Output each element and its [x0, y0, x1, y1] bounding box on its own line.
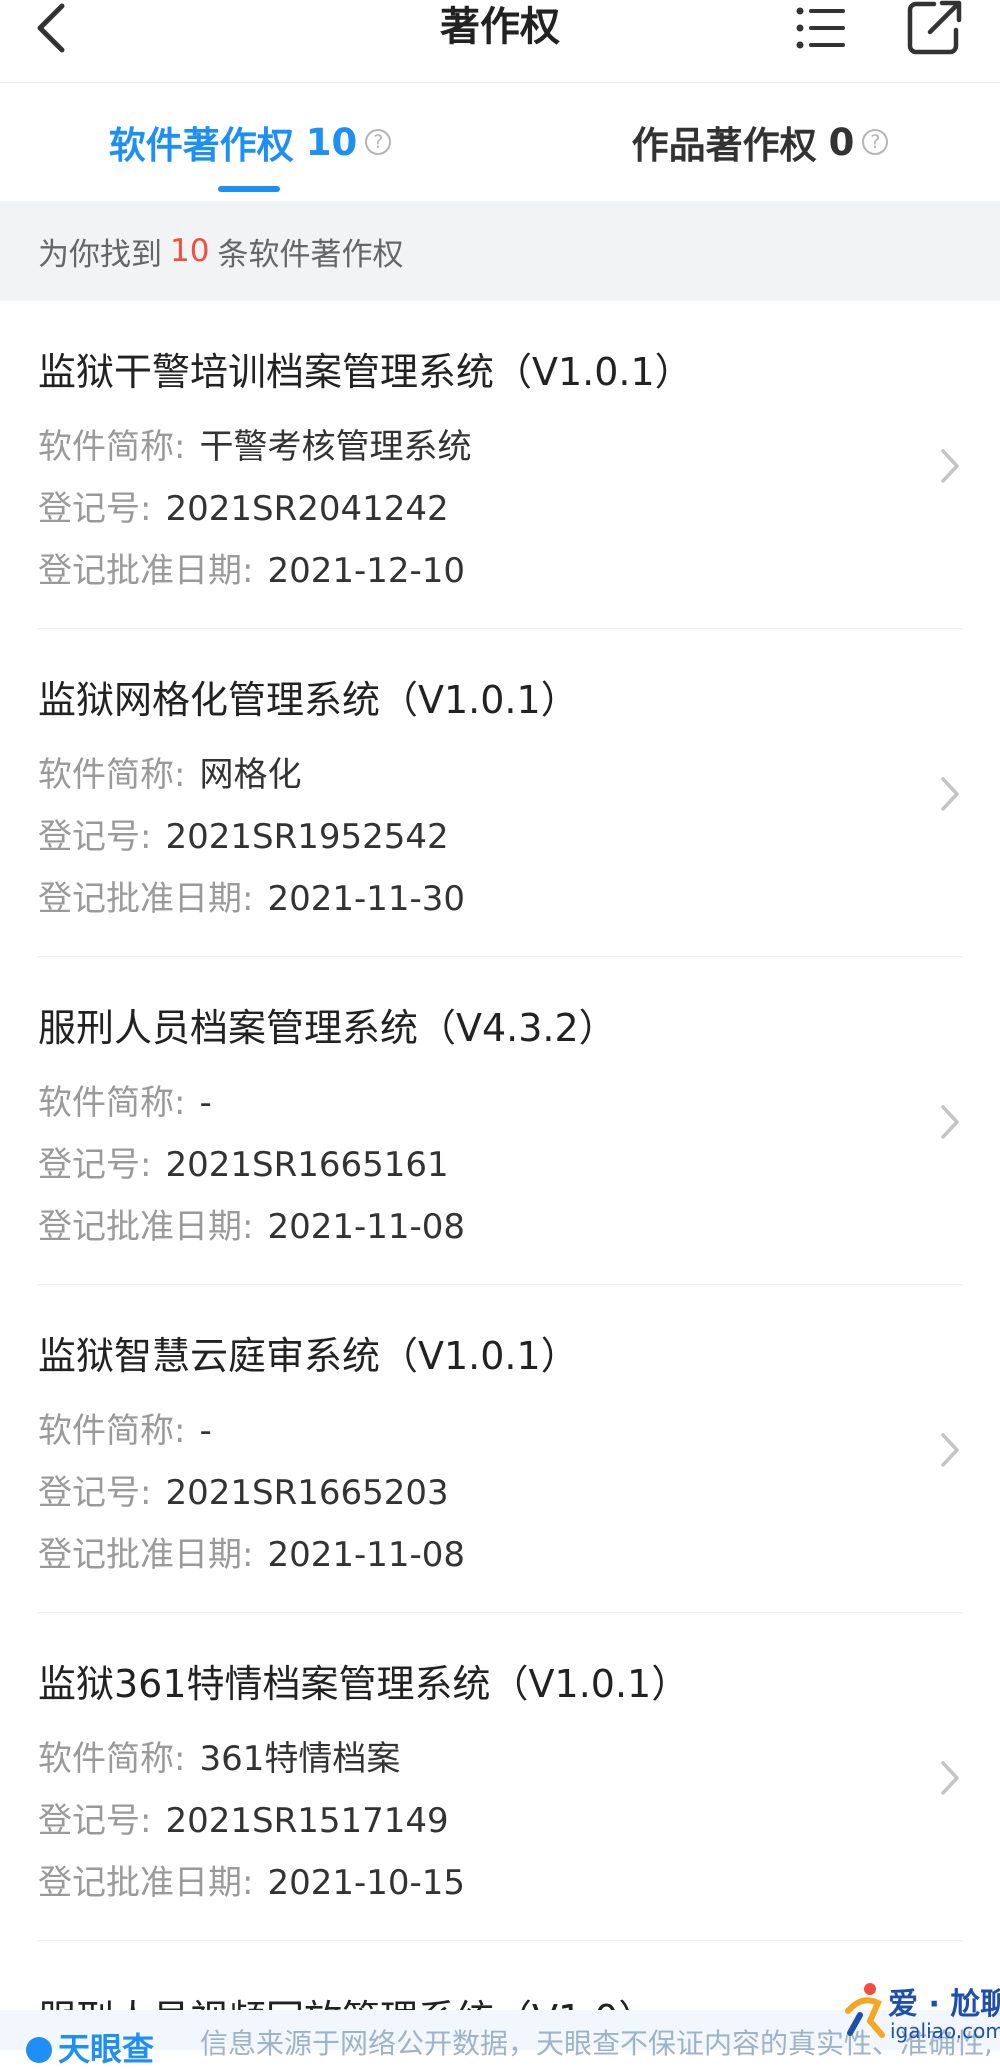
- divider: [38, 1940, 962, 1941]
- tab-works-copyright[interactable]: 作品著作权 0 ?: [600, 83, 920, 201]
- short-name-row: 软件简称: -: [38, 1075, 212, 1124]
- field-label: 登记批准日期:: [38, 1535, 254, 1575]
- field-value: 2021-11-30: [267, 879, 466, 919]
- share-icon: [907, 0, 962, 55]
- approval-date-row: 登记批准日期: 2021-11-30: [38, 871, 465, 920]
- field-value: 2021-12-10: [267, 551, 466, 591]
- field-label: 登记批准日期:: [38, 1207, 254, 1247]
- approval-date-row: 登记批准日期: 2021-10-15: [38, 1855, 465, 1904]
- copyright-list: 监狱干警培训档案管理系统（V1.0.1） 软件简称: 干警考核管理系统 登记号: 2…: [0, 301, 1000, 1941]
- field-value: 2021SR1665161: [165, 1145, 449, 1185]
- active-tab-indicator: [218, 186, 280, 192]
- field-value: 2021SR1952542: [165, 817, 449, 857]
- item-title: 监狱智慧云庭审系统（V1.0.1）: [38, 1334, 579, 1378]
- brand-logo: 天眼查: [26, 2024, 154, 2070]
- field-label: 登记号:: [38, 1473, 152, 1513]
- field-label: 登记号:: [38, 1801, 152, 1841]
- result-summary: 为你找到 10 条软件著作权: [0, 201, 1000, 301]
- list-item[interactable]: 服刑人员档案管理系统（V4.3.2） 软件简称: - 登记号: 2021SR1665…: [0, 957, 1000, 1285]
- field-label: 登记号:: [38, 817, 152, 857]
- reg-no-row: 登记号: 2021SR2041242: [38, 481, 449, 530]
- list-icon: [796, 7, 845, 49]
- list-item[interactable]: 监狱361特情档案管理系统（V1.0.1） 软件简称: 361特情档案 登记号: 2…: [0, 1613, 1000, 1941]
- field-value: 2021-11-08: [267, 1207, 466, 1247]
- help-icon[interactable]: ?: [365, 129, 392, 155]
- field-label: 登记批准日期:: [38, 879, 254, 919]
- field-label: 登记批准日期:: [38, 551, 254, 591]
- tab-software-copyright[interactable]: 软件著作权 10 ?: [100, 83, 400, 201]
- help-icon[interactable]: ?: [862, 129, 889, 155]
- item-title: 监狱干警培训档案管理系统（V1.0.1）: [38, 350, 693, 394]
- summary-suffix: 条软件著作权: [217, 236, 404, 273]
- item-title: 监狱361特情档案管理系统（V1.0.1）: [38, 1662, 690, 1706]
- list-item[interactable]: 监狱干警培训档案管理系统（V1.0.1） 软件简称: 干警考核管理系统 登记号: 2…: [0, 301, 1000, 629]
- reg-no-row: 登记号: 2021SR1517149: [38, 1793, 449, 1842]
- short-name-row: 软件简称: -: [38, 1403, 212, 1452]
- approval-date-row: 登记批准日期: 2021-11-08: [38, 1527, 465, 1576]
- list-item[interactable]: 监狱网格化管理系统（V1.0.1） 软件简称: 网格化 登记号: 2021SR195…: [0, 629, 1000, 957]
- field-label: 登记号:: [38, 1145, 152, 1185]
- field-label: 软件简称:: [38, 1739, 186, 1779]
- tab-count: 10: [305, 120, 358, 164]
- menu-button[interactable]: [795, 4, 847, 52]
- field-label: 登记批准日期:: [38, 1863, 254, 1903]
- field-value: 2021-11-08: [267, 1535, 466, 1575]
- field-label: 软件简称:: [38, 1083, 186, 1123]
- chevron-right-icon: [941, 1761, 959, 1795]
- tab-bar: 软件著作权 10 ? 作品著作权 0 ?: [0, 83, 1000, 201]
- field-value: 网格化: [199, 755, 302, 795]
- top-nav-bar: 著作权: [0, 0, 1000, 83]
- reg-no-row: 登记号: 2021SR1665161: [38, 1137, 449, 1186]
- item-title: 监狱网格化管理系统（V1.0.1）: [38, 678, 579, 722]
- field-value: 干警考核管理系统: [199, 427, 472, 467]
- watermark-url: igaliao.com: [890, 2019, 1000, 2043]
- field-value: -: [199, 1411, 212, 1451]
- field-label: 登记号:: [38, 489, 152, 529]
- field-value: 2021SR1665203: [165, 1473, 449, 1513]
- chevron-right-icon: [941, 777, 959, 811]
- summary-count: 10: [170, 233, 210, 269]
- field-value: 2021SR1517149: [165, 1801, 449, 1841]
- chevron-right-icon: [941, 449, 959, 483]
- share-button[interactable]: [906, 0, 964, 56]
- page-title: 著作权: [440, 4, 560, 50]
- approval-date-row: 登记批准日期: 2021-11-08: [38, 1199, 465, 1248]
- short-name-row: 软件简称: 网格化: [38, 747, 301, 796]
- short-name-row: 软件简称: 361特情档案: [38, 1731, 400, 1780]
- brand-name: 天眼查: [58, 2030, 155, 2068]
- logo-mark-icon: [26, 2037, 52, 2063]
- watermark-text: 爱 · 尬聊: [888, 1987, 1000, 2022]
- list-item[interactable]: 监狱智慧云庭审系统（V1.0.1） 软件简称: - 登记号: 2021SR16652…: [0, 1285, 1000, 1613]
- reg-no-row: 登记号: 2021SR1952542: [38, 809, 449, 858]
- field-value: 2021SR2041242: [165, 489, 449, 529]
- tab-label: 作品著作权: [631, 124, 817, 167]
- item-title: 服刑人员档案管理系统（V4.3.2）: [38, 1006, 617, 1050]
- summary-prefix: 为你找到: [38, 236, 162, 273]
- field-value: -: [199, 1083, 212, 1123]
- site-watermark: 爱 · 尬聊 igaliao.com: [840, 1975, 1000, 2047]
- chevron-right-icon: [941, 1105, 959, 1139]
- chevron-right-icon: [941, 1433, 959, 1467]
- approval-date-row: 登记批准日期: 2021-12-10: [38, 543, 465, 592]
- short-name-row: 软件简称: 干警考核管理系统: [38, 419, 471, 468]
- field-label: 软件简称:: [38, 427, 186, 467]
- field-value: 361特情档案: [199, 1739, 401, 1779]
- tab-label: 软件著作权: [108, 124, 294, 167]
- runner-logo-icon: [845, 1983, 885, 2038]
- tab-count: 0: [828, 120, 855, 164]
- field-value: 2021-10-15: [267, 1863, 466, 1903]
- field-label: 软件简称:: [38, 755, 186, 795]
- reg-no-row: 登记号: 2021SR1665203: [38, 1465, 449, 1514]
- field-label: 软件简称:: [38, 1411, 186, 1451]
